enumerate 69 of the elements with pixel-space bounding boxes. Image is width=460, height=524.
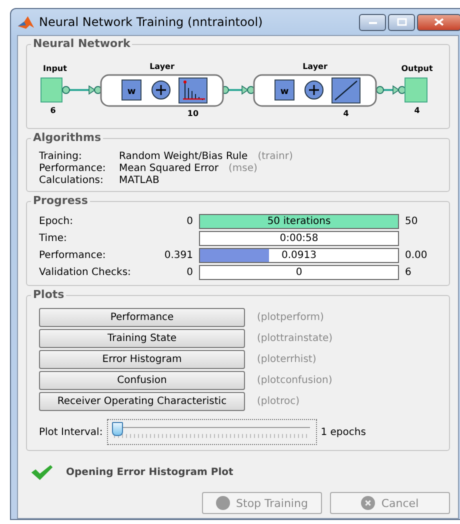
bar-text: 0.0913 [280, 249, 318, 262]
function-name: (plotconfusion) [257, 375, 334, 386]
maximize-button[interactable] [388, 14, 415, 30]
maximize-icon [396, 18, 406, 26]
input-size: 6 [50, 106, 56, 115]
layer-label: Layer [150, 62, 174, 71]
layer-label: Layer [302, 62, 328, 71]
plot-button[interactable]: Performance [39, 308, 245, 327]
sum-icon [152, 80, 170, 100]
start-value: 0.391 [163, 250, 193, 261]
start-value: 0 [186, 216, 193, 227]
function-name: (ploterrhist) [257, 354, 318, 365]
layer-size: 10 [187, 109, 199, 118]
input-label: Input [43, 64, 67, 73]
function-name: (plotroc) [257, 396, 300, 407]
panel-title: Algorithms [31, 131, 104, 144]
panel-title: Plots [31, 288, 66, 301]
output-block [404, 78, 428, 102]
algorithm-value: Mean Squared Error [119, 163, 219, 174]
connector [376, 85, 406, 95]
plot-button[interactable]: Receiver Operating Characteristic [39, 392, 245, 411]
row-label: Time: [39, 233, 68, 244]
end-value: 0.00 [405, 250, 428, 261]
algorithm-value: Random Weight/Bias Rule [119, 151, 248, 162]
algorithm-value: MATLAB [119, 175, 160, 186]
panel-title: Neural Network [31, 37, 132, 50]
output-size: 4 [414, 106, 420, 115]
interval-label: Plot Interval: [39, 426, 103, 438]
checkmark-icon [30, 464, 54, 481]
output-label: Output [401, 64, 433, 73]
function-name: (plotperform) [257, 312, 325, 323]
plot-button[interactable]: Training State [39, 329, 245, 348]
bar-text: 50 iterations [266, 215, 332, 228]
cancel-icon [361, 496, 376, 510]
row-label: Training: [39, 151, 83, 162]
sum-icon [304, 80, 324, 100]
function-name: (plottrainstate) [257, 333, 334, 344]
interval-reading: 1 epochs [320, 426, 366, 438]
row-label: Validation Checks: [39, 267, 132, 278]
stem-plot-icon [178, 78, 208, 104]
function-name: (trainr) [258, 151, 293, 162]
close-icon [434, 18, 444, 26]
minimize-button[interactable] [359, 14, 386, 30]
linear-function-icon [332, 78, 360, 104]
weight-label: w [280, 87, 289, 97]
row-label: Performance: [39, 250, 107, 261]
weight-block [122, 80, 142, 100]
minimize-icon [368, 19, 378, 25]
start-value: 0 [186, 267, 193, 278]
plot-button[interactable]: Error Histogram [39, 350, 245, 369]
function-name: (mse) [228, 163, 258, 174]
close-button[interactable] [417, 14, 460, 30]
panel-title: Progress [31, 194, 90, 207]
window-title: Neural Network Training (nntraintool) [39, 15, 264, 29]
input-block [40, 78, 62, 102]
weight-label: w [127, 87, 136, 97]
stop-icon [216, 496, 230, 510]
row-label: Epoch: [39, 216, 74, 227]
weight-block [274, 80, 294, 100]
plot-button[interactable]: Confusion [39, 371, 245, 390]
peak-logo-icon [17, 14, 35, 30]
layer-size: 4 [343, 109, 349, 118]
row-label: Performance: [39, 163, 107, 174]
interval-slider[interactable] [106, 419, 317, 445]
end-value: 50 [405, 216, 419, 227]
connector [62, 85, 102, 95]
status-text: Opening Error Histogram Plot [66, 467, 234, 478]
end-value: 6 [405, 267, 412, 278]
row-label: Calculations: [39, 175, 104, 186]
